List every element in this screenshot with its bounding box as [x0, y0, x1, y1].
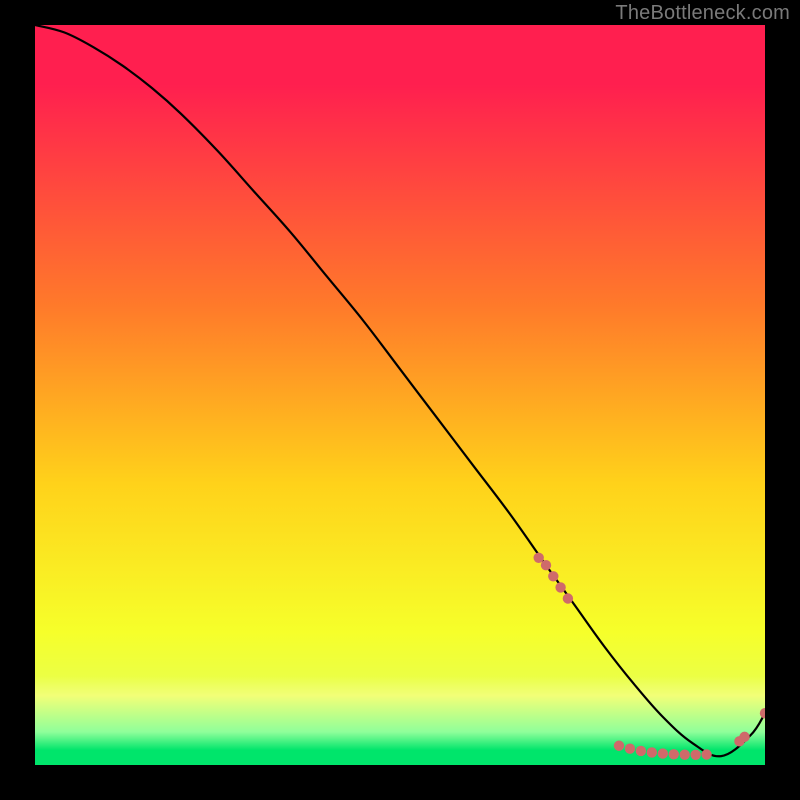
overlay-svg [35, 25, 765, 765]
data-marker [658, 748, 668, 758]
data-marker [563, 593, 573, 603]
data-marker [614, 741, 624, 751]
data-marker [647, 747, 657, 757]
data-marker [625, 744, 635, 754]
data-marker [541, 560, 551, 570]
data-markers [534, 553, 766, 760]
watermark: TheBottleneck.com [615, 2, 790, 25]
data-marker [534, 553, 544, 563]
plot-area [35, 25, 765, 765]
data-marker [690, 750, 700, 760]
bottleneck-curve [35, 25, 765, 756]
data-marker [760, 708, 765, 718]
data-marker [701, 749, 711, 759]
data-marker [548, 571, 558, 581]
data-marker [669, 749, 679, 759]
data-marker [680, 749, 690, 759]
data-marker [739, 732, 749, 742]
data-marker [555, 582, 565, 592]
chart-stage: TheBottleneck.com [0, 0, 800, 800]
data-marker [636, 746, 646, 756]
